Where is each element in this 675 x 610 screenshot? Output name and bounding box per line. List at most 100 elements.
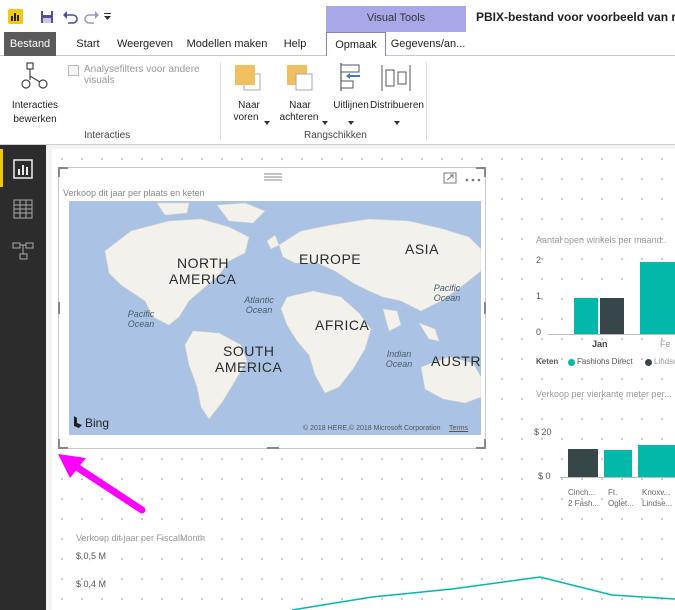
naar-voren-button[interactable]: Naar voren (226, 60, 272, 125)
tab-gegevens[interactable]: Gegevens/an... (390, 32, 466, 56)
align-icon (338, 62, 364, 92)
checkbox-label: Analysefilters voor andere visuals (84, 64, 200, 86)
bar-ft-oglet (604, 450, 632, 477)
legend-dot (645, 359, 652, 366)
bring-forward-icon (234, 64, 262, 92)
map-terms-link[interactable]: Terms (449, 425, 468, 432)
save-icon[interactable] (40, 10, 54, 24)
label-australia: AUSTRA (431, 353, 481, 369)
legend-title: Keten (536, 357, 559, 366)
naar-voren-label-2: voren (233, 112, 259, 123)
bing-label: Bing (85, 416, 110, 430)
data-icon (13, 199, 33, 222)
distribute-icon (380, 64, 412, 92)
drag-handle-icon[interactable] (264, 172, 282, 181)
map-area[interactable]: NORTH AMERICA EUROPE ASIA AFRICA SOUTH A… (69, 201, 481, 435)
x-label: Cinch... 2 Fash... (568, 488, 600, 508)
active-indicator (0, 149, 3, 187)
tab-opmaak[interactable]: Opmaak (326, 32, 386, 57)
x-label-jan: Jan (592, 339, 608, 349)
bar-jan-lindseys (600, 298, 624, 334)
interacties-label-2: bewerken (13, 114, 57, 125)
title-bar: Visual Tools PBIX-bestand voor voorbeeld… (0, 0, 675, 32)
chevron-down-icon (264, 116, 270, 125)
uitlijnen-label: Uitlijnen (333, 100, 369, 111)
x-axis-line (560, 477, 675, 478)
bar-jan-fashions (574, 298, 598, 334)
chart-sales-per-sqm[interactable]: Verkoop per vierkante meter per... $ 20 … (532, 389, 675, 519)
naar-voren-label-1: Naar (238, 100, 260, 111)
label-indian: Indian Ocean (385, 349, 413, 369)
bar-knoxv (638, 445, 675, 477)
label-pacific-east: Pacific Ocean (433, 283, 461, 303)
distribueren-label: Distribueren (370, 100, 424, 111)
y-tick: 2 (536, 255, 542, 265)
customize-icon[interactable] (104, 12, 112, 22)
tab-modellen-maken[interactable]: Modellen maken (184, 32, 270, 56)
report-canvas: Verkoop dit jaar per plaats en keten NOR… (46, 145, 675, 610)
distribueren-button[interactable]: Distribueren (370, 60, 424, 125)
power-bi-window: Visual Tools PBIX-bestand voor voorbeeld… (0, 0, 675, 610)
tab-bestand[interactable]: Bestand (4, 32, 56, 56)
label-asia: ASIA (405, 241, 439, 257)
view-switcher (0, 145, 46, 610)
resize-handle-br-v[interactable] (484, 439, 486, 449)
tab-start[interactable]: Start (70, 32, 106, 56)
chart-title: Aantal open winkels per maand.. (536, 235, 667, 245)
model-view-button[interactable] (12, 241, 34, 261)
analysefilters-checkbox[interactable]: Analysefilters voor andere visuals (68, 64, 216, 88)
ribbon-panel: Interacties bewerken Analysefilters voor… (0, 56, 675, 145)
bar-cinch (568, 449, 598, 477)
resize-handle-bottom[interactable] (267, 447, 279, 449)
resize-handle-tr-v[interactable] (484, 167, 486, 177)
interacties-label-1: Interacties (11, 100, 59, 111)
more-options-icon[interactable] (465, 174, 481, 182)
label-africa: AFRICA (315, 317, 370, 333)
relationships-icon (12, 241, 34, 264)
report-view-button[interactable] (0, 149, 46, 187)
y-tick: 0 (536, 327, 542, 337)
label-north: NORTH (177, 255, 230, 271)
line-series (291, 576, 675, 610)
map-visual[interactable]: Verkoop dit jaar per plaats en keten NOR… (58, 167, 486, 449)
chart-sales-fiscal-month[interactable]: Verkoop dit jaar per FiscalMonth $ 0,5 M… (72, 533, 675, 610)
tab-help[interactable]: Help (278, 32, 312, 56)
undo-icon[interactable] (62, 10, 78, 24)
resize-handle-right[interactable] (484, 302, 486, 314)
chart-title: Verkoop per vierkante meter per... (536, 389, 672, 399)
label-south-america: AMERICA (215, 359, 283, 375)
redo-icon[interactable] (84, 10, 100, 24)
y-tick: $ 20 (534, 427, 552, 437)
chevron-down-icon (394, 116, 400, 125)
power-bi-icon (8, 9, 23, 24)
map-copyright: © 2018 HERE,© 2018 Microsoft Corporation (303, 425, 441, 432)
checkbox-box (68, 65, 79, 76)
y-tick: $ 0 (538, 471, 551, 481)
focus-mode-icon[interactable] (443, 172, 457, 184)
x-label-feb: Fe (660, 339, 671, 349)
label-pacific: Pacific Ocean (127, 309, 155, 329)
group-rangschikken: Rangschikken (304, 130, 367, 141)
legend-dot (568, 359, 575, 366)
x-label: Knoxv... Lindse... (642, 488, 673, 508)
group-divider (426, 62, 427, 140)
uitlijnen-button[interactable]: Uitlijnen (332, 60, 370, 125)
chevron-down-icon (322, 116, 328, 125)
window-title: PBIX-bestand voor voorbeeld van reti (476, 10, 675, 24)
report-icon (13, 159, 33, 179)
x-axis-line (548, 334, 675, 335)
interacties-button[interactable]: Interacties bewerken (6, 60, 64, 128)
send-backward-icon (286, 64, 314, 92)
label-south: SOUTH (223, 343, 275, 359)
bar-feb-fashions (640, 262, 675, 334)
chart-open-stores[interactable]: Aantal open winkels per maand.. 2 1 0 Ja… (532, 235, 675, 375)
resize-handle-tl-v[interactable] (58, 167, 60, 177)
resize-handle-left[interactable] (58, 302, 60, 314)
context-label: Visual Tools (366, 12, 426, 24)
tab-weergeven[interactable]: Weergeven (114, 32, 176, 56)
report-page: Verkoop dit jaar per plaats en keten NOR… (52, 149, 675, 610)
legend-item: Lindseys (654, 357, 675, 366)
label-europe: EUROPE (299, 251, 362, 267)
data-view-button[interactable] (13, 199, 33, 219)
naar-achteren-button[interactable]: Naar achteren (276, 60, 330, 125)
